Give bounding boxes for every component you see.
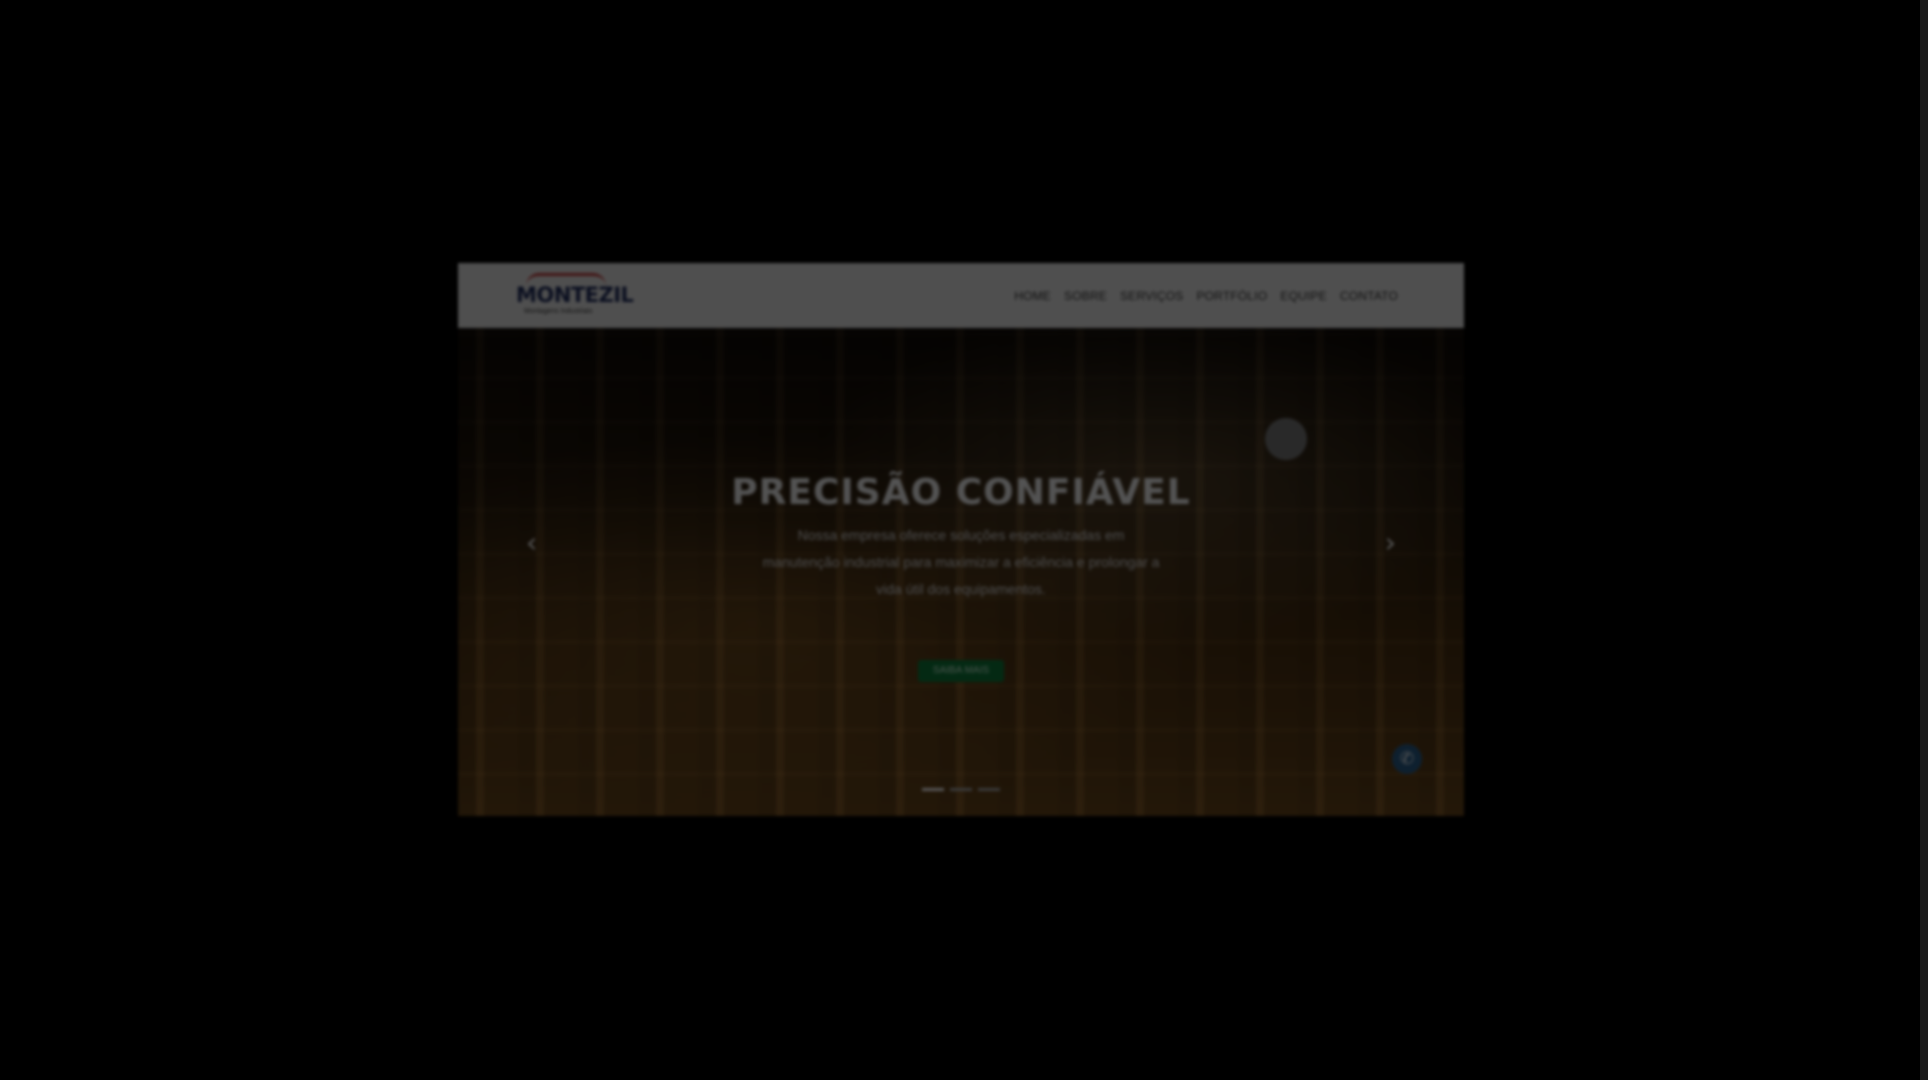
logo-name: MONTEZIL: [516, 283, 634, 307]
hero-cta-button[interactable]: SAIBA MAIS: [918, 660, 1004, 682]
scrollbar-thumb[interactable]: [1920, 0, 1928, 1080]
whatsapp-icon[interactable]: ✆: [1392, 744, 1422, 774]
hero-description: Nossa empresa oferece soluções especiali…: [762, 527, 1160, 597]
main-nav: HOME SOBRE SERVIÇOS PORTFÓLIO EQUIPE CON…: [1014, 263, 1398, 328]
navbar: MONTEZIL Montagens Industriais HOME SOBR…: [458, 263, 1464, 328]
website-preview: MONTEZIL Montagens Industriais HOME SOBR…: [458, 263, 1464, 816]
nav-equipe[interactable]: EQUIPE: [1280, 289, 1327, 303]
modal-backdrop[interactable]: MONTEZIL Montagens Industriais HOME SOBR…: [0, 0, 1928, 1080]
nav-home[interactable]: HOME: [1014, 289, 1051, 303]
hero-carousel: PRECISÃO CONFIÁVEL Nossa empresa oferece…: [458, 328, 1464, 816]
carousel-indicator-2[interactable]: [950, 788, 972, 791]
carousel-next-icon[interactable]: ›: [1385, 526, 1396, 559]
carousel-prev-icon[interactable]: ‹: [526, 526, 537, 559]
nav-sobre[interactable]: SOBRE: [1064, 289, 1107, 303]
nav-contato[interactable]: CONTATO: [1340, 289, 1398, 303]
logo-tagline: Montagens Industriais: [524, 308, 593, 315]
site-logo[interactable]: MONTEZIL Montagens Industriais: [516, 271, 634, 319]
carousel-indicators: [458, 788, 1464, 791]
hero-title: PRECISÃO CONFIÁVEL: [731, 472, 1191, 514]
nav-servicos[interactable]: SERVIÇOS: [1120, 289, 1183, 303]
nav-portfolio[interactable]: PORTFÓLIO: [1196, 289, 1267, 303]
page-scrollbar[interactable]: [1920, 0, 1928, 1080]
moon-image: [1265, 418, 1307, 460]
carousel-indicator-1[interactable]: [922, 788, 944, 791]
carousel-indicator-3[interactable]: [978, 788, 1000, 791]
